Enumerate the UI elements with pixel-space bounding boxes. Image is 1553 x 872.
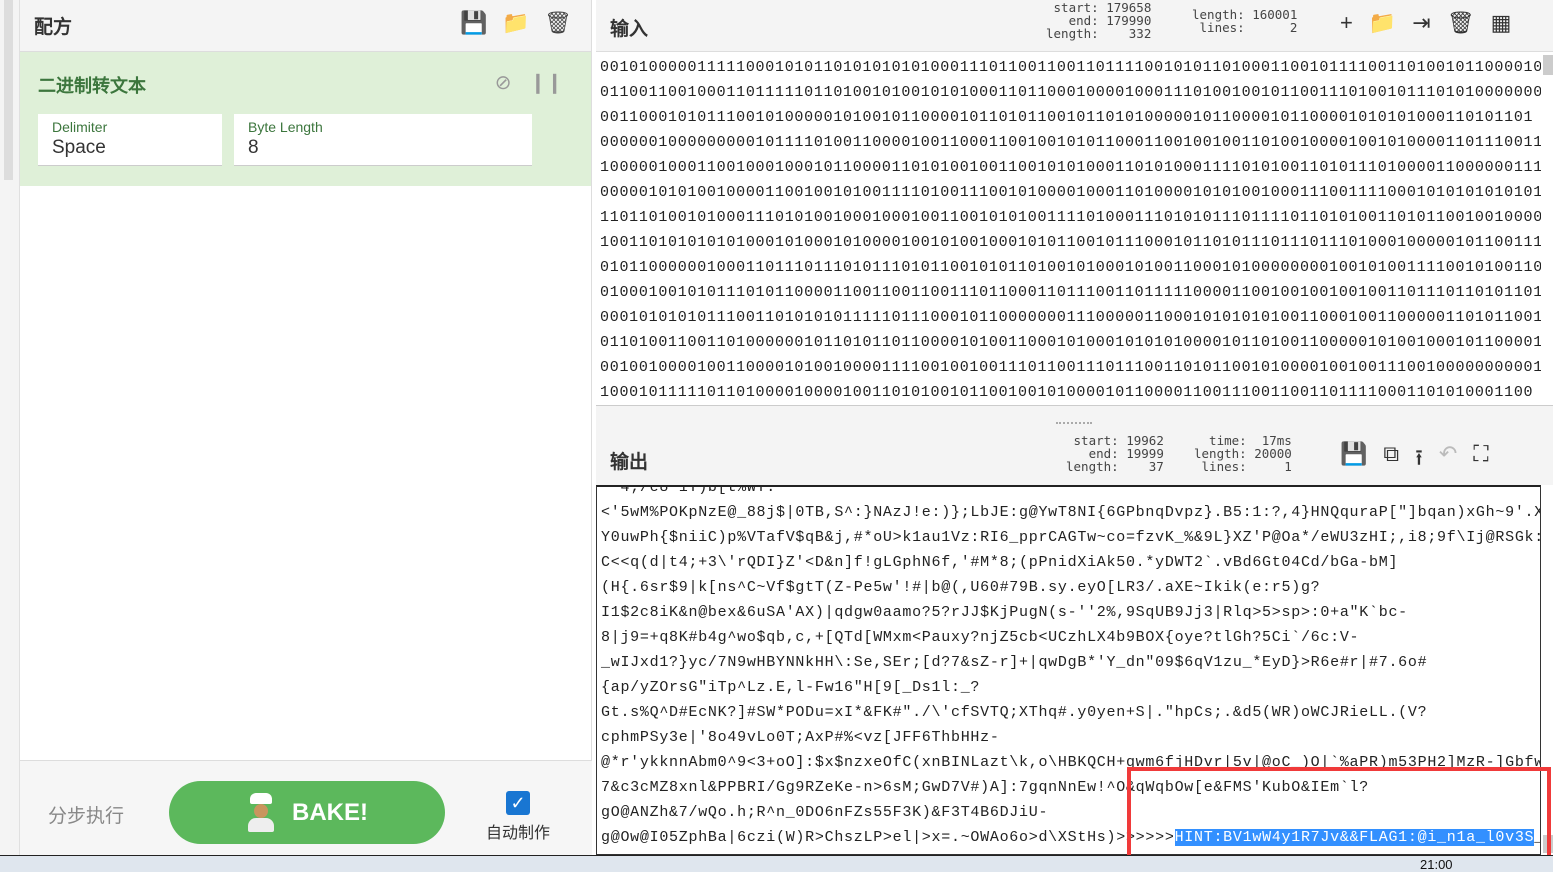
left-edge-strip xyxy=(0,0,20,855)
bake-button[interactable]: BAKE! xyxy=(169,781,445,844)
disable-icon[interactable]: ⊘ xyxy=(495,70,512,95)
delimiter-value[interactable]: Space xyxy=(52,137,208,159)
open-folder-icon[interactable]: 📁 xyxy=(1369,10,1396,36)
recipe-header: 配方 💾 📁 🗑 xyxy=(20,0,591,52)
byte-length-label: Byte Length xyxy=(248,119,323,135)
clock: 21:00 xyxy=(1420,857,1453,872)
output-line: ~`4;/e8`1T)b[t%WY: xyxy=(601,485,776,496)
output-line: Gt.s%Q^D#EcNK?]#SW*PODu=xI*&FK#"./\'cfSV… xyxy=(601,704,1428,721)
layout-icon[interactable]: ▦ xyxy=(1491,10,1512,36)
save-icon[interactable]: 💾 xyxy=(460,10,487,36)
byte-length-value[interactable]: 8 xyxy=(248,137,518,159)
pane-resizer[interactable] xyxy=(596,405,1553,425)
output-line: Y0uwPh{$niiC)p%VTafV$qB&j,#*oU>k1au1Vz:R… xyxy=(601,529,1541,546)
output-line: 8|j9=+q8K#b4g^wo$qb,c,+[QTd[WMxm<Pauxy?n… xyxy=(601,629,1360,646)
input-selection-stats: start: 179658 end: 179990 length: 332 xyxy=(1046,0,1152,41)
input-line: 0110100110011010000001011010110110000101… xyxy=(600,334,1541,351)
taskbar: 21:00 xyxy=(0,855,1553,872)
replace-input-icon[interactable]: ⭱ xyxy=(1415,441,1423,479)
bake-label: BAKE! xyxy=(292,798,368,826)
input-scrollbar[interactable] xyxy=(1543,55,1553,75)
output-stats: time: 17ms length: 20000 lines: 1 xyxy=(1194,433,1292,474)
input-stats: length: 160001 lines: 2 xyxy=(1192,7,1298,35)
input-line: 1000101111101101000010000100110101001011… xyxy=(600,384,1534,401)
undo-icon[interactable]: ↶ xyxy=(1439,441,1457,479)
output-line: <'5wM%POKpNzE@_88j$|0TB,S^:}NAzJ!e:)};Lb… xyxy=(601,504,1541,521)
input-line: 1000001000110010001000101100001101010010… xyxy=(600,159,1541,176)
delimiter-label: Delimiter xyxy=(52,119,108,135)
input-line: 0010100000111110001010110101010101000111… xyxy=(600,59,1541,76)
open-file-icon[interactable]: ⇥ xyxy=(1412,10,1430,36)
checkbox-checked-icon[interactable]: ✓ xyxy=(506,791,530,815)
bake-area: 分步执行 BAKE! ✓ 自动制作 xyxy=(20,760,592,855)
output-text: g@Ow@I05ZphBa|6czi(W)R>ChszLP>el|>x=.~OW… xyxy=(601,829,1175,846)
input-title: 输入 xyxy=(610,19,649,40)
input-line: 0000010101001000011001001010011110100111… xyxy=(600,184,1541,201)
output-line: (H{.6sr$9|k[ns^C~Vf$gtT(Z-Pe5w'!#|b@(,U6… xyxy=(601,579,1321,596)
io-panel: 输入 start: 179658 end: 179990 length: 332… xyxy=(596,0,1553,855)
input-line: 0101100000010001101110111010111010110010… xyxy=(600,259,1541,276)
operation-name: 二进制转文本 xyxy=(38,76,146,96)
clear-input-icon[interactable]: 🗑 xyxy=(1447,10,1475,36)
input-header: 输入 start: 179658 end: 179990 length: 332… xyxy=(596,0,1553,52)
recipe-panel: 配方 💾 📁 🗑 二进制转文本 ⊘ ❙❙ Delimiter Space Byte… xyxy=(20,0,592,855)
byte-length-field[interactable]: Byte Length 8 xyxy=(234,114,532,166)
output-selection-stats: start: 19962 end: 19999 length: 37 xyxy=(1066,433,1164,474)
output-header: 输出 start: 19962 end: 19999 length: 37 ti… xyxy=(596,425,1553,485)
delimiter-field[interactable]: Delimiter Space xyxy=(38,114,222,166)
input-line: 0001010101011100110101010111110111000101… xyxy=(600,309,1541,326)
trash-icon[interactable]: 🗑 xyxy=(544,10,572,36)
input-line: 1001101010101010001010001010000100101001… xyxy=(600,234,1541,251)
output-line: _wIJxd1?}yc/7N9wHBYNNkHH\:Se,SEr;[d?7&sZ… xyxy=(601,654,1428,671)
add-tab-icon[interactable]: + xyxy=(1340,10,1353,36)
output-line: {ap/yZOrsG"iTp^Lz.E,l-Fw16"H[9[_Ds1l:_? xyxy=(601,679,981,696)
input-textarea[interactable]: 0010100000111110001010110101010101000111… xyxy=(596,55,1541,405)
auto-bake-label: 自动制作 xyxy=(486,825,551,842)
input-line: 1101101001010001110101001000100010011001… xyxy=(600,209,1541,226)
save-output-icon[interactable]: 💾 xyxy=(1340,441,1367,479)
input-line: 0100010010101110101100001100110011001110… xyxy=(600,284,1541,301)
input-line: 0110011001000110111110110100101001010100… xyxy=(600,84,1541,101)
input-line: 0011000101011100101000001010010110000101… xyxy=(600,109,1534,126)
input-line: 0010010000100110000101001000011110010010… xyxy=(600,359,1541,376)
input-line: 0000001000000000101111010011000010011000… xyxy=(600,134,1541,151)
output-line: cphmPSy3e|'8o49vLo0T;AxP#%<vz[JFF6ThbHHz… xyxy=(601,729,1000,746)
step-button[interactable]: 分步执行 xyxy=(48,801,124,828)
scrollbar[interactable] xyxy=(4,0,13,180)
copy-icon[interactable]: ⧉ xyxy=(1383,441,1399,479)
output-line: I1$2c8iK&n@bex&6uSA'AX)|qdgw0aamo?5?rJJ$… xyxy=(601,604,1408,621)
output-title: 输出 xyxy=(610,452,649,473)
operation-binary-to-text: 二进制转文本 ⊘ ❙❙ Delimiter Space Byte Length 8 xyxy=(20,52,591,186)
folder-icon[interactable]: 📁 xyxy=(502,10,529,36)
recipe-title: 配方 xyxy=(34,17,73,38)
pause-icon[interactable]: ❙❙ xyxy=(529,70,563,95)
chef-icon xyxy=(246,792,276,833)
maximize-icon[interactable]: ⛶ xyxy=(1473,441,1488,479)
auto-bake-toggle[interactable]: ✓ 自动制作 xyxy=(486,791,550,843)
output-line: C<<q(d|t4;+3\'rQDI}Z'<D&n]f!gLGphN6f,'#M… xyxy=(601,554,1399,571)
highlight-annotation-box xyxy=(1127,767,1551,862)
